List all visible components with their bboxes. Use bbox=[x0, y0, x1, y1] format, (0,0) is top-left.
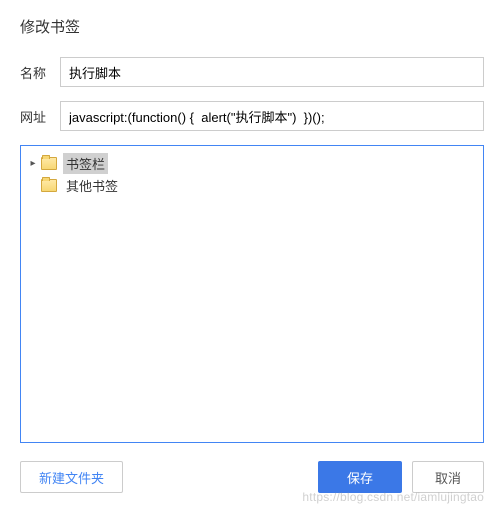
folder-icon bbox=[41, 179, 57, 192]
url-input[interactable] bbox=[60, 101, 484, 131]
name-input[interactable] bbox=[60, 57, 484, 87]
save-button[interactable]: 保存 bbox=[318, 461, 402, 493]
new-folder-button[interactable]: 新建文件夹 bbox=[20, 461, 123, 493]
folder-tree[interactable]: ▸ 书签栏 其他书签 bbox=[20, 145, 484, 443]
chevron-right-icon[interactable]: ▸ bbox=[27, 157, 39, 169]
tree-item-bookmarks-bar[interactable]: ▸ 书签栏 bbox=[25, 152, 479, 174]
cancel-button[interactable]: 取消 bbox=[412, 461, 484, 493]
tree-item-other-bookmarks[interactable]: 其他书签 bbox=[25, 174, 479, 196]
url-row: 网址 bbox=[20, 101, 484, 131]
tree-item-label: 书签栏 bbox=[63, 153, 108, 174]
dialog-title: 修改书签 bbox=[20, 16, 484, 37]
folder-icon bbox=[41, 157, 57, 170]
name-label: 名称 bbox=[20, 63, 60, 82]
url-label: 网址 bbox=[20, 107, 60, 126]
tree-item-label: 其他书签 bbox=[63, 175, 121, 196]
name-row: 名称 bbox=[20, 57, 484, 87]
button-row: 新建文件夹 保存 取消 bbox=[20, 461, 484, 493]
